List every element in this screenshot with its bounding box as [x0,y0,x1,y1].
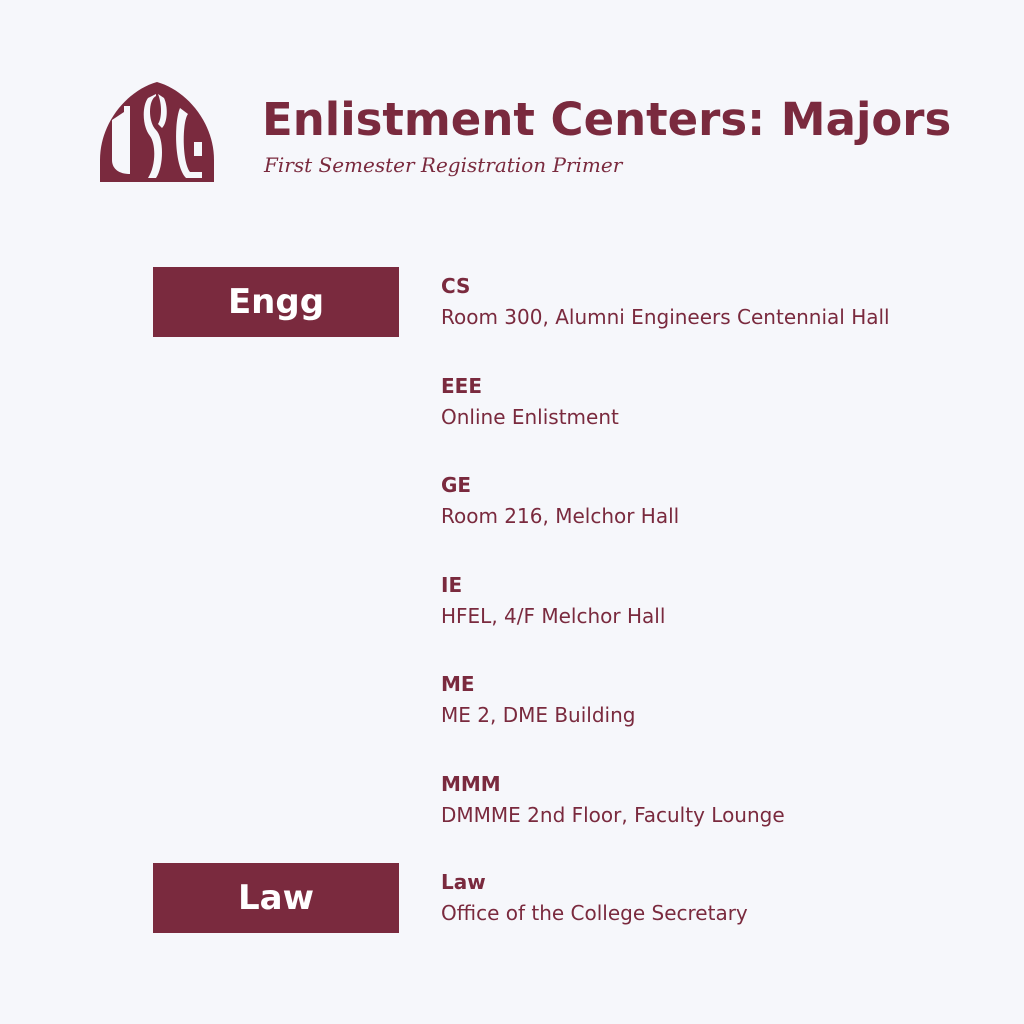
list-item: GE Room 216, Melchor Hall [441,472,1001,572]
page-subtitle: First Semester Registration Primer [264,153,623,177]
list-item: IE HFEL, 4/F Melchor Hall [441,572,1001,672]
page-title: Enlistment Centers: Majors [262,93,952,146]
list-item: ME ME 2, DME Building [441,671,1001,771]
list-item: MMM DMMME 2nd Floor, Faculty Lounge [441,771,1001,871]
category-tag-law: Law [153,863,399,933]
enlistment-location: DMMME 2nd Floor, Faculty Lounge [441,802,785,827]
major-code: IE [441,572,463,597]
major-code: ME [441,672,475,696]
major-code: GE [441,473,472,497]
major-code: EEE [441,373,482,398]
enlistment-location: Online Enlistment [441,404,619,429]
enlistment-location: Office of the College Secretary [441,901,748,925]
enlistment-location: HFEL, 4/F Melchor Hall [441,603,666,628]
usc-logo [98,82,216,186]
list-item: Law Office of the College Secretary [441,869,748,929]
major-code: CS [441,274,471,298]
major-code: Law [441,870,486,894]
engg-entries-list: CS Room 300, Alumni Engineers Centennial… [441,273,1001,870]
enlistment-location: Room 216, Melchor Hall [441,504,680,528]
list-item: CS Room 300, Alumni Engineers Centennial… [441,273,1001,373]
category-tag-engg: Engg [153,267,399,337]
enlistment-location: Room 300, Alumni Engineers Centennial Ha… [441,305,890,329]
major-code: MMM [441,771,501,796]
usc-logo-mark [100,82,214,182]
list-item: EEE Online Enlistment [441,373,1001,473]
enlistment-location: ME 2, DME Building [441,703,636,727]
